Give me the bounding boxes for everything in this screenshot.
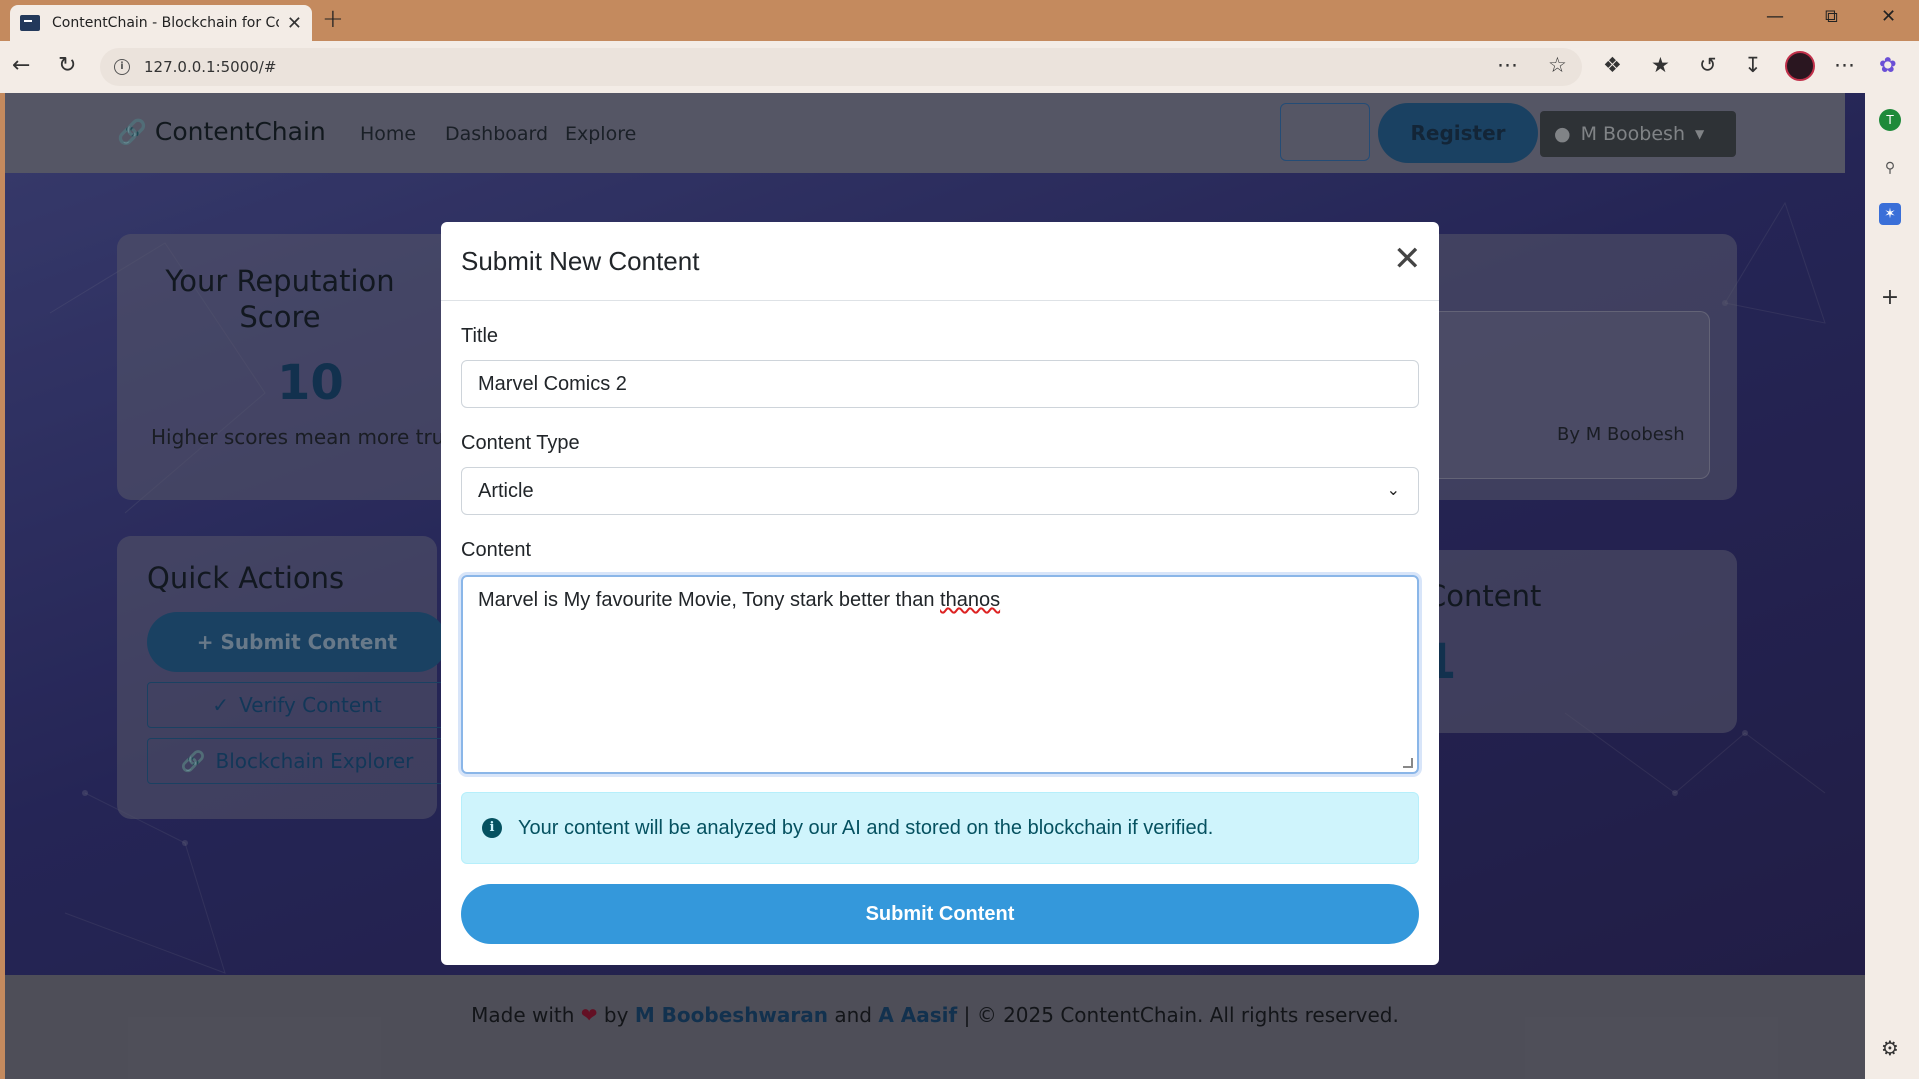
designer-icon[interactable]: ✶ <box>1879 203 1901 225</box>
info-alert: i Your content will be analyzed by our A… <box>461 792 1419 864</box>
modal-header: Submit New Content ✕ <box>441 222 1439 301</box>
modal-title: Submit New Content <box>461 246 700 276</box>
resize-handle[interactable] <box>1403 758 1413 768</box>
puzzle-icon[interactable]: ❖ <box>1603 53 1622 77</box>
modal-submit-button[interactable]: Submit Content <box>461 884 1419 944</box>
tab-close-icon[interactable]: ✕ <box>287 13 302 34</box>
title-input-value: Marvel Comics 2 <box>478 372 627 395</box>
title-input[interactable]: Marvel Comics 2 <box>461 360 1419 408</box>
content-textarea[interactable]: Marvel is My favourite Movie, Tony stark… <box>461 575 1419 774</box>
browser-tab-bar: ContentChain - Blockchain for Co ✕ + — ⧉… <box>0 0 1919 41</box>
site-info-icon[interactable]: i <box>114 59 130 75</box>
content-text-misspelled: thanos <box>940 589 1001 611</box>
window-close-icon[interactable]: ✕ <box>1881 6 1896 27</box>
reload-icon[interactable]: ↻ <box>58 53 76 78</box>
favorites-icon[interactable]: ★ <box>1651 53 1670 77</box>
content-text: Marvel is My favourite Movie, Tony stark… <box>478 589 941 611</box>
address-bar[interactable]: i 127.0.0.1:5000/# <box>100 48 1582 86</box>
search-icon[interactable]: ⚲ <box>1877 155 1903 181</box>
copilot-icon[interactable]: ✿ <box>1879 53 1897 77</box>
profile-avatar[interactable] <box>1785 51 1815 81</box>
content-type-select[interactable]: Article ⌄ <box>461 467 1419 515</box>
minimize-icon[interactable]: — <box>1766 6 1784 27</box>
settings-gear-icon[interactable]: ⚙ <box>1877 1035 1903 1061</box>
info-icon: i <box>482 818 502 838</box>
star-icon[interactable]: ☆ <box>1548 53 1567 77</box>
browser-toolbar: ← ↻ i 127.0.0.1:5000/# ⋯ ☆ ❖ ★ ↺ ↧ ⋯ ✿ <box>0 41 1919 93</box>
close-icon[interactable]: ✕ <box>1393 242 1422 276</box>
restore-icon[interactable]: ⧉ <box>1825 6 1838 27</box>
content-type-label: Content Type <box>461 432 580 454</box>
web-page: 🔗 ContentChain Home Dashboard Explore Re… <box>5 93 1865 1079</box>
download-icon[interactable]: ↧ <box>1744 53 1762 77</box>
tab-title: ContentChain - Blockchain for Co <box>52 15 279 31</box>
back-arrow-icon[interactable]: ← <box>12 53 30 78</box>
title-label: Title <box>461 325 499 347</box>
content-type-value: Article <box>478 479 534 502</box>
chevron-down-icon: ⌄ <box>1386 482 1400 499</box>
new-tab-button[interactable]: + <box>322 4 344 34</box>
terminal-favicon-icon <box>20 15 40 31</box>
content-label: Content <box>461 539 532 561</box>
add-sidebar-icon[interactable]: + <box>1877 285 1903 311</box>
history-icon[interactable]: ↺ <box>1699 53 1717 77</box>
profile-t-icon[interactable]: T <box>1879 109 1901 131</box>
info-alert-text: Your content will be analyzed by our AI … <box>518 816 1214 839</box>
url-text: 127.0.0.1:5000/# <box>144 58 277 76</box>
browser-sidebar: T ⚲ ✶ + ⚙ <box>1865 93 1919 1079</box>
more-icon[interactable]: ⋯ <box>1834 53 1855 77</box>
submit-content-modal: Submit New Content ✕ Title Marvel Comics… <box>441 222 1439 965</box>
reader-icon[interactable]: ⋯ <box>1497 53 1518 77</box>
browser-tab[interactable]: ContentChain - Blockchain for Co ✕ <box>10 5 312 41</box>
